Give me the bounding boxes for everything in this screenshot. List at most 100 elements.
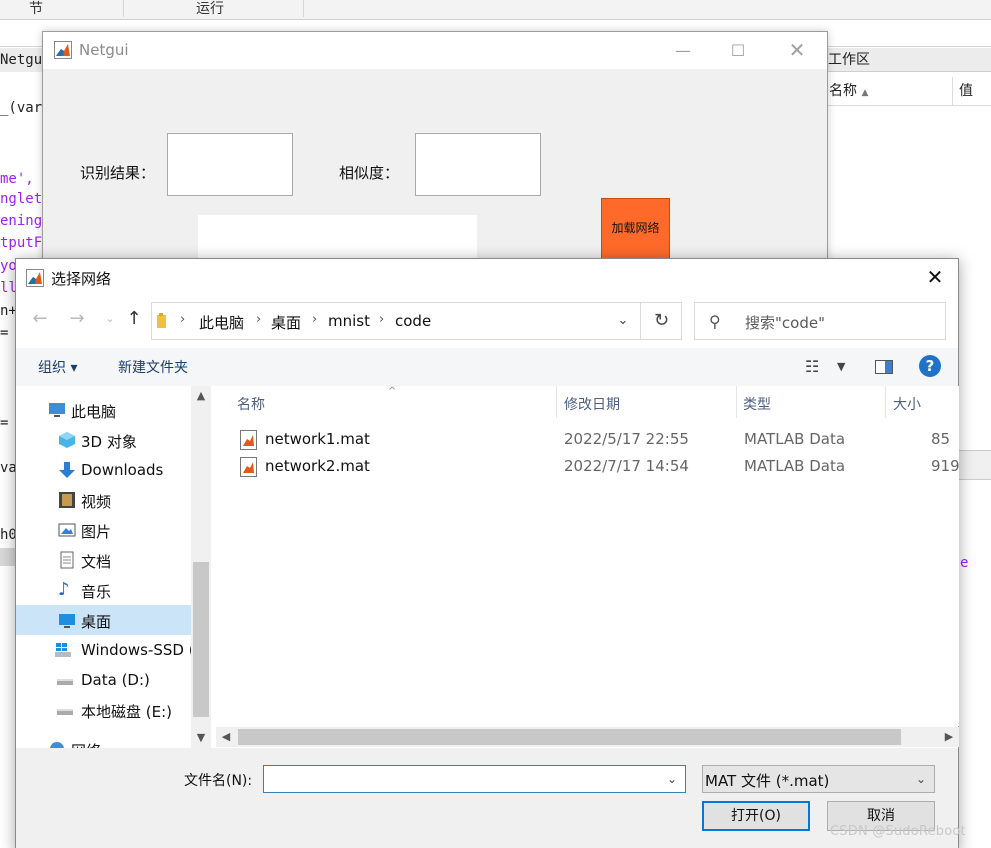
column-divider[interactable]: [736, 386, 737, 418]
organize-button[interactable]: 组织 ▾: [38, 357, 77, 377]
column-divider[interactable]: [556, 386, 557, 418]
nav-item-this-pc[interactable]: 此电脑: [16, 395, 191, 425]
h-scroll-thumb[interactable]: [238, 729, 901, 745]
breadcrumb-mnist[interactable]: mnist: [328, 312, 370, 330]
code-line: =: [0, 325, 9, 341]
file-list-horizontal-scrollbar[interactable]: ◀ ▶: [216, 727, 959, 747]
workspace-col-name[interactable]: 名称 ▲: [829, 77, 868, 105]
video-film-icon: [59, 492, 75, 508]
breadcrumb-chevron-icon[interactable]: ›: [312, 312, 317, 327]
workspace-col-value[interactable]: 值: [959, 77, 973, 105]
filename-input[interactable]: [264, 766, 659, 792]
column-header-name[interactable]: 名称: [237, 394, 265, 414]
result-field[interactable]: [167, 133, 293, 196]
recent-locations-chevron-icon[interactable]: ⌄: [97, 306, 123, 332]
forward-arrow-icon[interactable]: →: [64, 306, 90, 332]
file-size: 85: [931, 430, 951, 448]
file-size: 919: [931, 457, 959, 475]
mat-file-icon: [240, 430, 257, 450]
nav-item-data-d[interactable]: Data (D:): [16, 665, 191, 695]
scroll-left-icon[interactable]: ◀: [216, 727, 236, 747]
breadcrumb-this-pc[interactable]: 此电脑: [199, 312, 244, 333]
drive-icon: [57, 679, 73, 685]
load-network-button[interactable]: 加载网络: [601, 198, 670, 260]
netgui-titlebar[interactable]: Netgui — ☐ ✕: [43, 32, 827, 69]
similarity-field[interactable]: [415, 133, 541, 196]
folder-icon: [157, 313, 166, 328]
help-icon[interactable]: ?: [919, 355, 941, 377]
nav-scroll-thumb[interactable]: [193, 562, 209, 717]
file-date: 2022/5/17 22:55: [564, 430, 689, 448]
dialog-close-button[interactable]: ✕: [912, 259, 958, 296]
preview-pane-icon[interactable]: [875, 360, 893, 374]
toolstrip-section-node: 节: [29, 1, 43, 17]
breadcrumb-desktop[interactable]: 桌面: [271, 312, 301, 333]
nav-item-videos[interactable]: 视频: [16, 485, 191, 515]
address-bar[interactable]: › 此电脑 › 桌面 › mnist › code ⌄ ↻: [151, 302, 682, 340]
nav-item-local-disk-e[interactable]: 本地磁盘 (E:): [16, 695, 191, 725]
netgui-window: Netgui — ☐ ✕ 识别结果： 相似度： 加载网络: [42, 31, 828, 272]
cube-3d-icon: [59, 432, 75, 448]
breadcrumb-code[interactable]: code: [395, 312, 431, 330]
filetype-dropdown-icon[interactable]: ⌄: [908, 766, 934, 792]
file-row[interactable]: network2.mat 2022/7/17 14:54 MATLAB Data…: [236, 454, 959, 480]
nav-item-label: 视频: [81, 493, 112, 511]
music-note-icon: ♪: [58, 579, 70, 600]
breadcrumb-chevron-icon[interactable]: ›: [180, 312, 185, 327]
matlab-toolstrip: 节 运行: [0, 0, 991, 20]
nav-item-3d-objects[interactable]: 3D 对象: [16, 425, 191, 455]
workspace-lower-header: [958, 450, 991, 480]
nav-item-downloads[interactable]: Downloads: [16, 455, 191, 485]
code-line: ngleto: [0, 191, 44, 207]
nav-item-windows-ssd[interactable]: Windows-SSD (: [16, 635, 195, 665]
sort-ascending-icon: ▲: [861, 88, 869, 98]
back-arrow-icon[interactable]: ←: [27, 306, 53, 332]
open-button[interactable]: 打开(O): [702, 801, 810, 831]
nav-item-label: 音乐: [81, 583, 112, 601]
scroll-up-icon[interactable]: ▲: [191, 386, 211, 406]
filename-dropdown-icon[interactable]: ⌄: [659, 766, 685, 792]
nav-item-documents[interactable]: 文档: [16, 545, 191, 575]
matlab-logo-icon: [54, 41, 72, 59]
close-button[interactable]: ✕: [774, 32, 820, 69]
drive-icon: [57, 709, 73, 715]
dialog-titlebar[interactable]: 选择网络 ✕: [16, 259, 958, 296]
view-options-icon[interactable]: ☷: [805, 357, 819, 376]
navigation-pane: 此电脑 3D 对象 Downloads 视频 图片 文档 ♪ 音乐 桌面 Win…: [16, 386, 211, 748]
filetype-select[interactable]: MAT 文件 (*.mat) ⌄: [702, 765, 935, 793]
maximize-button[interactable]: ☐: [715, 32, 761, 69]
column-header-date[interactable]: 修改日期: [564, 394, 620, 414]
filename-combo[interactable]: ⌄: [263, 765, 686, 793]
filetype-value: MAT 文件 (*.mat): [705, 772, 830, 790]
up-arrow-icon[interactable]: ↑: [121, 306, 147, 332]
nav-item-pictures[interactable]: 图片: [16, 515, 191, 545]
nav-item-label: 本地磁盘 (E:): [81, 703, 173, 721]
workspace-col-divider[interactable]: [952, 77, 953, 105]
nav-item-label: 图片: [81, 523, 112, 541]
search-box[interactable]: ⚲ 搜索"code": [694, 302, 946, 340]
download-arrow-icon: [59, 462, 75, 478]
breadcrumb-chevron-icon[interactable]: ›: [379, 312, 384, 327]
refresh-icon[interactable]: ↻: [640, 303, 682, 339]
column-header-type[interactable]: 类型: [743, 394, 771, 414]
watermark-text: CSDN @SudoReboot: [830, 824, 966, 839]
nav-item-music[interactable]: ♪ 音乐: [16, 575, 191, 605]
new-folder-button[interactable]: 新建文件夹: [118, 357, 188, 377]
nav-item-label: 网络: [71, 740, 101, 748]
editor-tab-netgui[interactable]: Netgui: [0, 48, 46, 72]
address-dropdown-icon[interactable]: ⌄: [607, 303, 639, 339]
nav-item-desktop[interactable]: 桌面: [16, 605, 191, 635]
column-header-size[interactable]: 大小: [893, 394, 921, 414]
code-line: _(vara: [0, 100, 44, 116]
nav-pane-scrollbar[interactable]: ▲ ▼: [191, 386, 211, 748]
breadcrumb-chevron-icon[interactable]: ›: [256, 312, 261, 327]
desktop-icon: [59, 614, 75, 628]
view-dropdown-icon[interactable]: ▼: [837, 360, 845, 373]
scroll-down-icon[interactable]: ▼: [191, 728, 211, 748]
minimize-button[interactable]: —: [660, 32, 706, 69]
nav-item-network[interactable]: 网络: [16, 734, 191, 748]
code-line: =: [0, 415, 9, 431]
column-divider[interactable]: [885, 386, 886, 418]
file-row[interactable]: network1.mat 2022/5/17 22:55 MATLAB Data…: [236, 427, 959, 453]
scroll-right-icon[interactable]: ▶: [939, 727, 959, 747]
